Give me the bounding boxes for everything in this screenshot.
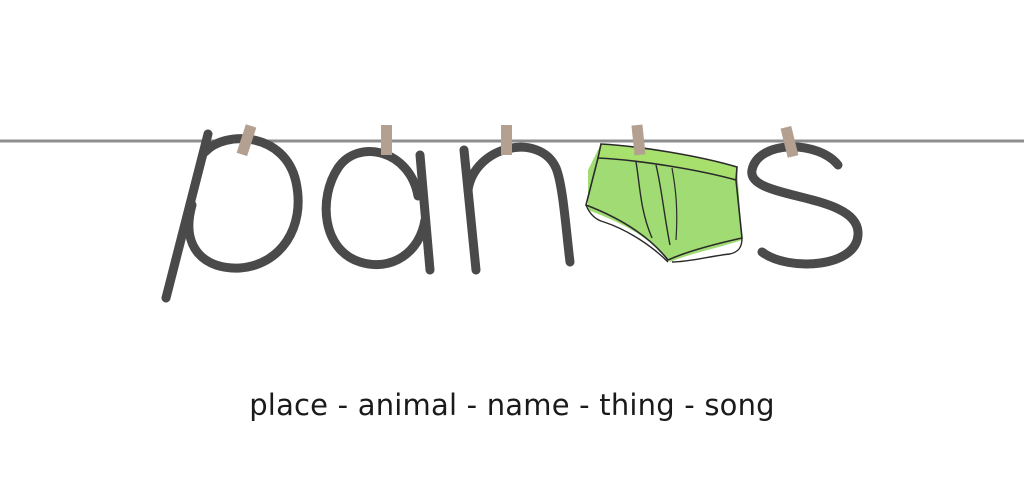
letter-p: [161, 129, 303, 303]
tagline: place - animal - name - thing - song: [249, 388, 775, 422]
clothespin: [381, 125, 392, 155]
letter-n: [459, 142, 575, 275]
panos-logo: [0, 124, 1024, 303]
splash-screen: place - animal - name - thing - song: [0, 0, 1024, 500]
briefs-icon: [585, 143, 743, 263]
letter-s: [747, 142, 863, 269]
letter-a: [321, 147, 435, 275]
clothespin: [501, 125, 512, 155]
